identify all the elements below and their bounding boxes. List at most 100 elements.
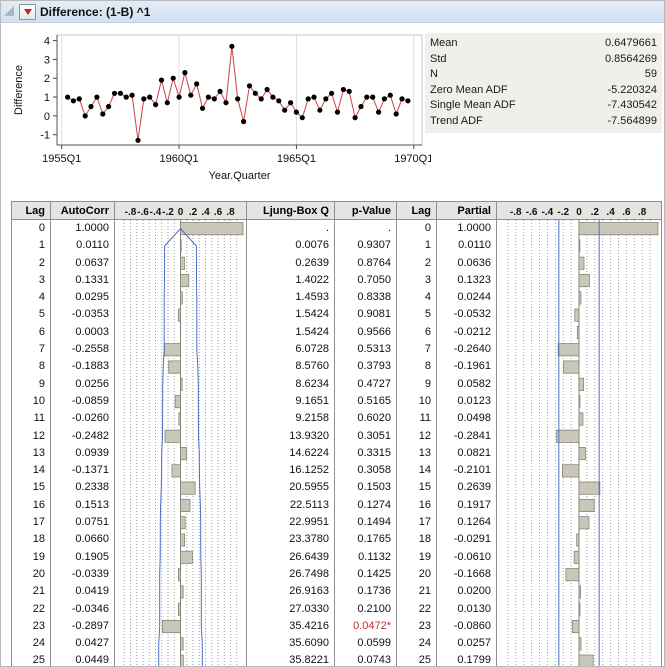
table-cell-lag: 9 (12, 376, 50, 393)
table-cell-partial: 0.1264 (437, 514, 496, 531)
svg-text:-.2: -.2 (557, 207, 569, 218)
table-cell-p-value: 0.0472* (335, 618, 396, 635)
table-cell-p-value: 0.4727 (335, 376, 396, 393)
table-cell-autocorr: 0.0003 (51, 324, 114, 341)
table-cell-ljung-box-q: 35.8221 (247, 652, 334, 667)
stat-row: Single Mean ADF-7.430542 (430, 98, 657, 114)
column-header-ljung-box-q: Ljung-Box Q (247, 202, 334, 220)
collapse-triangle-icon[interactable] (4, 6, 14, 16)
table-cell-autocorr: 0.1905 (51, 549, 114, 566)
table-cell-partial: 0.2639 (437, 479, 496, 496)
table-cell-p-value: 0.8764 (335, 255, 396, 272)
table-cell-partial: -0.1961 (437, 358, 496, 375)
column-pacf-plot: -.8-.6-.4-.20.2.4.6.8 (497, 202, 661, 667)
stat-row: Trend ADF-7.564899 (430, 114, 657, 130)
table-cell-ljung-box-q: 8.6234 (247, 376, 334, 393)
table-cell-autocorr: -0.1371 (51, 462, 114, 479)
table-cell-lag2: 10 (397, 393, 436, 410)
table-cell-p-value: 0.1503 (335, 479, 396, 496)
svg-text:.2: .2 (591, 207, 600, 218)
column-header-acf-plot: -.8-.6-.4-.20.2.4.6.8 (115, 202, 246, 220)
table-cell-autocorr: 0.0751 (51, 514, 114, 531)
table-cell-lag: 6 (12, 324, 50, 341)
svg-text:1970Q1: 1970Q1 (394, 153, 431, 165)
table-cell-lag: 11 (12, 410, 50, 427)
table-cell-lag: 19 (12, 549, 50, 566)
acf-plot (115, 220, 246, 667)
table-cell-lag: 7 (12, 341, 50, 358)
svg-text:1955Q1: 1955Q1 (42, 153, 81, 165)
table-cell-lag: 3 (12, 272, 50, 289)
table-cell-ljung-box-q: 1.5424 (247, 306, 334, 323)
svg-text:-.4: -.4 (150, 207, 162, 218)
column-lag2: Lag0123456789101112131415161718192021222… (397, 202, 437, 667)
table-cell-ljung-box-q: 0.0076 (247, 237, 334, 254)
stat-label: Mean (430, 36, 458, 52)
table-cell-lag: 23 (12, 618, 50, 635)
table-cell-p-value: 0.9566 (335, 324, 396, 341)
column-header-p-value: p-Value (335, 202, 396, 220)
difference-time-series-plot: -1012341955Q11960Q11965Q11970Q1Year.Quar… (9, 27, 431, 199)
column-header-partial: Partial (437, 202, 496, 220)
table-cell-ljung-box-q: 1.4593 (247, 289, 334, 306)
stats-panel: Mean0.6479661Std0.8564269N59Zero Mean AD… (425, 33, 662, 133)
stat-label: Single Mean ADF (430, 98, 516, 114)
table-cell-autocorr: 0.0939 (51, 445, 114, 462)
stat-row: Std0.8564269 (430, 52, 657, 68)
table-cell-ljung-box-q: . (247, 220, 334, 237)
table-cell-ljung-box-q: 13.9320 (247, 428, 334, 445)
stat-value: -7.564899 (607, 114, 657, 130)
table-cell-lag2: 21 (397, 583, 436, 600)
table-cell-autocorr: 0.0660 (51, 531, 114, 548)
svg-text:-.2: -.2 (162, 207, 174, 218)
table-cell-ljung-box-q: 1.5424 (247, 324, 334, 341)
table-cell-p-value: 0.5165 (335, 393, 396, 410)
table-cell-lag: 1 (12, 237, 50, 254)
table-cell-partial: 0.1917 (437, 497, 496, 514)
table-cell-lag: 14 (12, 462, 50, 479)
svg-text:-.8: -.8 (510, 207, 522, 218)
table-cell-autocorr: 0.0110 (51, 237, 114, 254)
column-header-autocorr: AutoCorr (51, 202, 114, 220)
svg-text:.4: .4 (606, 207, 615, 218)
red-triangle-menu-button[interactable] (19, 4, 36, 20)
table-cell-partial: -0.0860 (437, 618, 496, 635)
y-axis-label: Difference (13, 65, 25, 115)
table-cell-partial: -0.0610 (437, 549, 496, 566)
table-cell-ljung-box-q: 16.1252 (247, 462, 334, 479)
table-cell-autocorr: -0.0346 (51, 601, 114, 618)
table-cell-partial: 0.0636 (437, 255, 496, 272)
table-cell-lag: 4 (12, 289, 50, 306)
table-cell-p-value: 0.3051 (335, 428, 396, 445)
page-title: Difference: (1-B) ^1 (40, 5, 150, 19)
column-ljung-box-q: Ljung-Box Q.0.00760.26391.40221.45931.54… (247, 202, 335, 667)
table-cell-p-value: 0.1736 (335, 583, 396, 600)
svg-text:.2: .2 (189, 207, 198, 218)
table-cell-partial: 0.0130 (437, 601, 496, 618)
table-cell-p-value: 0.3793 (335, 358, 396, 375)
table-cell-partial: -0.0532 (437, 306, 496, 323)
table-cell-ljung-box-q: 22.5113 (247, 497, 334, 514)
red-triangle-icon (24, 9, 32, 15)
table-cell-lag2: 16 (397, 497, 436, 514)
table-cell-autocorr: 0.0256 (51, 376, 114, 393)
table-cell-lag: 8 (12, 358, 50, 375)
svg-text:.6: .6 (214, 207, 223, 218)
svg-text:-.6: -.6 (137, 207, 149, 218)
svg-text:-.6: -.6 (526, 207, 538, 218)
table-cell-partial: -0.2101 (437, 462, 496, 479)
table-cell-lag2: 8 (397, 358, 436, 375)
table-cell-p-value: 0.1425 (335, 566, 396, 583)
table-cell-partial: 0.0200 (437, 583, 496, 600)
stat-value: 0.8564269 (605, 52, 657, 68)
table-cell-lag: 0 (12, 220, 50, 237)
table-cell-lag: 5 (12, 306, 50, 323)
table-cell-p-value: 0.1274 (335, 497, 396, 514)
table-cell-lag: 2 (12, 255, 50, 272)
stat-label: N (430, 67, 438, 83)
table-cell-lag2: 23 (397, 618, 436, 635)
table-cell-autocorr: -0.2897 (51, 618, 114, 635)
table-cell-partial: 0.0110 (437, 237, 496, 254)
table-cell-ljung-box-q: 26.6439 (247, 549, 334, 566)
table-cell-lag2: 24 (397, 635, 436, 652)
